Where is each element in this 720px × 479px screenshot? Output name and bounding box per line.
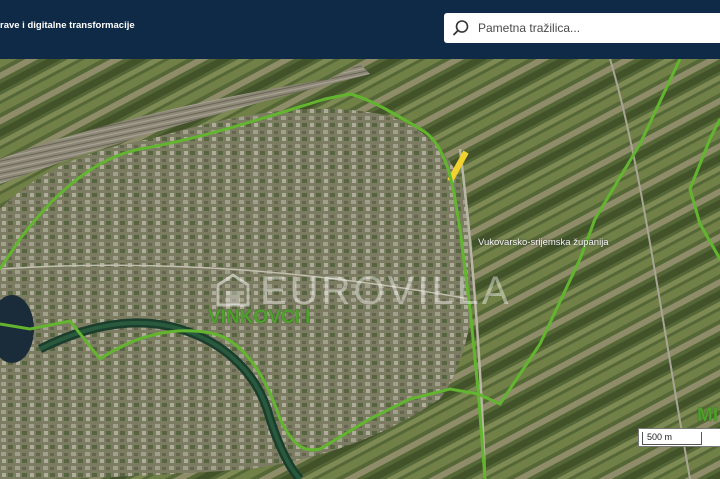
search-input[interactable]: Pametna tražilica... xyxy=(478,21,580,35)
scale-bar: 500 m xyxy=(638,428,720,447)
county-label: Vukovarsko-srijemska županija xyxy=(478,237,609,248)
header-title: rave i digitalne transformacije xyxy=(0,20,135,31)
city-label: VINKOVCI I xyxy=(208,307,311,328)
app-header: rave i digitalne transformacije Pametna … xyxy=(0,0,720,59)
search-icon xyxy=(453,20,469,36)
scale-label: 500 m xyxy=(647,432,673,442)
search-box[interactable]: Pametna tražilica... xyxy=(444,13,720,43)
city-label-partial: MI xyxy=(697,405,719,426)
map-view[interactable]: EUROVILLA Vukovarsko-srijemska županija … xyxy=(0,59,720,479)
